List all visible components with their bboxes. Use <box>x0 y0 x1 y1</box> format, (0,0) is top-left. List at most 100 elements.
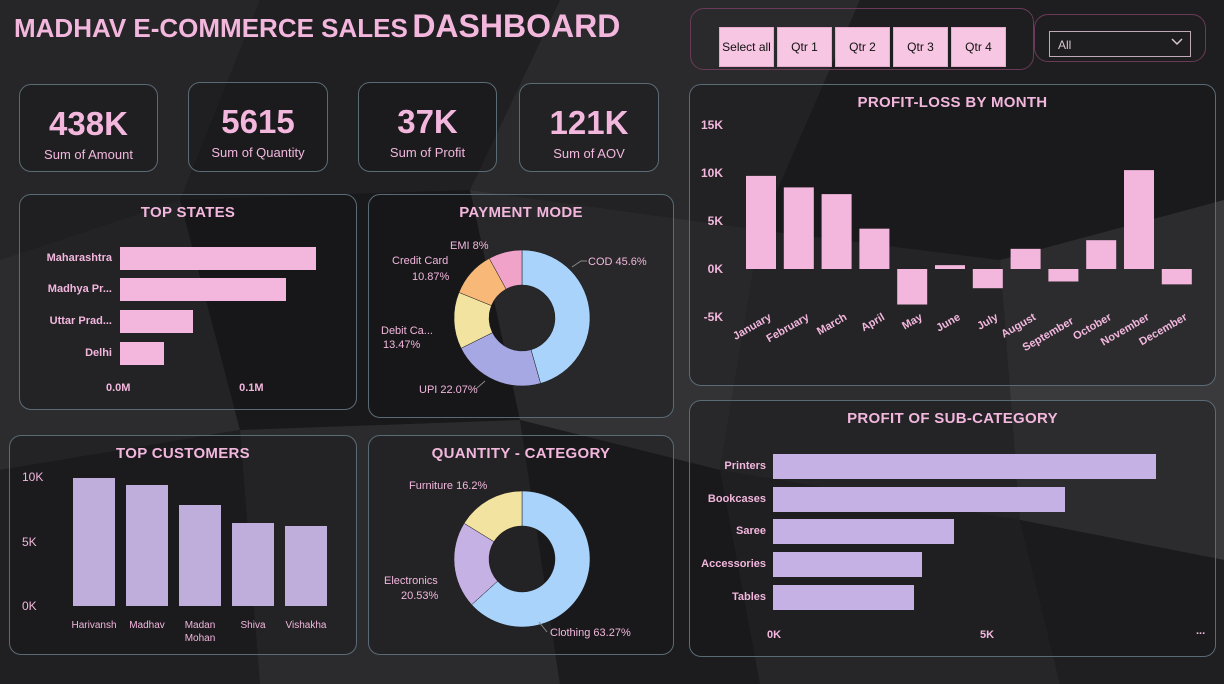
kpi-card-aov: 121K Sum of AOV <box>519 83 659 172</box>
x-tick-label: 0K <box>767 629 782 641</box>
payment-mode-donut: COD 45.6% UPI 22.07% Debit Ca... 13.47% Cred… <box>381 240 647 396</box>
month-bar <box>972 269 1003 289</box>
kpi-card-quantity: 5615 Sum of Quantity <box>188 82 328 172</box>
y-tick-label: 0K <box>708 262 724 276</box>
x-tick-label: 5K <box>980 629 995 641</box>
month-label: April <box>859 311 887 334</box>
quantity-category-donut: Clothing 63.27% Electronics 20.53% Furnitur… <box>384 480 631 639</box>
dashboard-title: MADHAV E-COMMERCE SALES DASHBOARD <box>14 8 620 45</box>
kpi-card-profit: 37K Sum of Profit <box>358 82 497 172</box>
more-indicator: ... <box>1196 625 1206 637</box>
y-tick-label: 5K <box>708 214 724 228</box>
y-tick-label: 5K <box>22 534 37 549</box>
kpi-label: Sum of AOV <box>553 146 625 161</box>
y-tick-label: 10K <box>701 166 723 180</box>
slice-label: Electronics <box>384 575 438 587</box>
month-label: May <box>900 311 925 333</box>
payment-mode-card: PAYMENT MODE COD 45.6% UPI 22.07% Debit Ca… <box>368 194 674 418</box>
month-label: July <box>975 311 1001 333</box>
state-label: Delhi <box>85 347 112 359</box>
dropdown-value: All <box>1058 38 1072 52</box>
kpi-label: Sum of Amount <box>44 147 133 162</box>
customer-label: Vishakha <box>285 620 327 631</box>
state-bar <box>120 310 194 333</box>
quarter-slicer: Select all Qtr 1 Qtr 2 Qtr 3 Qtr 4 <box>690 8 1034 70</box>
dropdown-slicer: All <box>1034 14 1206 62</box>
subcategory-bar <box>773 454 1157 479</box>
state-bar <box>120 278 287 301</box>
slicer-select-all-button[interactable]: Select all <box>719 27 774 67</box>
kpi-value: 5615 <box>221 103 295 140</box>
y-tick-label: -5K <box>704 310 724 324</box>
slice-label: Furniture 16.2% <box>409 480 487 492</box>
slice-label: COD 45.6% <box>588 256 647 268</box>
slice-label: 10.87% <box>412 271 450 283</box>
subcategory-bar <box>773 487 1065 512</box>
state-bar <box>120 342 164 365</box>
title-part-2: DASHBOARD <box>412 8 621 44</box>
slice-label: Credit Card <box>392 255 448 267</box>
month-bar <box>1161 269 1192 285</box>
month-bar <box>935 265 965 269</box>
state-label: Maharashtra <box>46 252 112 264</box>
state-label: Madhya Pr... <box>47 283 112 295</box>
leader-line <box>571 260 587 268</box>
slicer-qtr3-button[interactable]: Qtr 3 <box>893 27 948 67</box>
month-bar <box>821 194 852 269</box>
slicer-qtr4-button[interactable]: Qtr 4 <box>951 27 1006 67</box>
month-bar <box>1010 248 1041 269</box>
chevron-down-icon <box>1171 38 1183 46</box>
month-label: February <box>765 311 813 345</box>
month-bar <box>1086 240 1117 269</box>
leader-line <box>476 380 486 389</box>
quantity-category-card: QUANTITY - CATEGORY Clothing 63.27% Elect… <box>368 435 674 655</box>
subcategory-bar <box>773 585 914 610</box>
slicer-qtr1-button[interactable]: Qtr 1 <box>777 27 832 67</box>
subcategory-label: Printers <box>724 460 766 472</box>
slice-label: UPI 22.07% <box>419 384 478 396</box>
title-part-1: MADHAV E-COMMERCE SALES <box>14 13 408 43</box>
subcategory-label: Bookcases <box>707 493 766 505</box>
slicer-qtr2-button[interactable]: Qtr 2 <box>835 27 890 67</box>
kpi-label: Sum of Quantity <box>211 145 305 160</box>
slice-label: 13.47% <box>383 339 421 351</box>
y-tick-label: 10K <box>22 470 44 484</box>
state-label: Uttar Prad... <box>49 315 112 327</box>
top-customers-card: TOP CUSTOMERS 10K 5K 0K Harivansh Madhav Mada… <box>9 435 357 655</box>
month-label: June <box>934 311 962 334</box>
customer-bar <box>73 478 115 606</box>
profit-loss-card: PROFIT-LOSS BY MONTH 15K 10K 5K 0K -5K Januar… <box>689 84 1216 386</box>
top-states-card: TOP STATES Maharashtra Madhya Pr... Uttar … <box>19 194 357 410</box>
y-tick-label: 0K <box>22 599 37 613</box>
subcategory-label: Tables <box>731 591 766 603</box>
y-tick-label: 15K <box>701 118 723 132</box>
profit-subcategory-card: PROFIT OF SUB-CATEGORY Printers Bookcases… <box>689 400 1216 657</box>
x-tick-label: 0.1M <box>239 382 264 394</box>
month-bar <box>859 228 890 269</box>
slice-label: 20.53% <box>401 590 439 602</box>
subcategory-bar <box>773 519 955 544</box>
state-bar <box>120 247 316 270</box>
month-bar <box>897 269 928 305</box>
month-bar <box>746 175 776 269</box>
month-bar <box>1124 170 1154 269</box>
slice-label: EMI 8% <box>450 240 489 252</box>
slice-label: Debit Ca... <box>381 325 433 337</box>
month-bar <box>1048 269 1079 282</box>
x-tick-label: 0.0M <box>106 382 131 394</box>
customer-bar <box>126 484 168 606</box>
filter-dropdown[interactable]: All <box>1049 31 1191 57</box>
month-label: March <box>815 311 849 338</box>
kpi-label: Sum of Profit <box>389 145 466 160</box>
subcategory-label: Saree <box>736 525 766 537</box>
kpi-value: 438K <box>49 105 128 142</box>
kpi-value: 121K <box>549 104 629 141</box>
subcategory-bar <box>773 552 923 577</box>
customer-bar <box>179 505 221 606</box>
kpi-card-amount: 438K Sum of Amount <box>19 84 158 172</box>
profit-loss-chart: 15K10K5K0K-5K JanuaryFebruary March April Ma… <box>701 118 1192 354</box>
slice-label: Clothing 63.27% <box>550 627 631 639</box>
customer-bar <box>232 523 274 606</box>
kpi-value: 37K <box>397 103 458 140</box>
month-bar <box>783 187 814 269</box>
